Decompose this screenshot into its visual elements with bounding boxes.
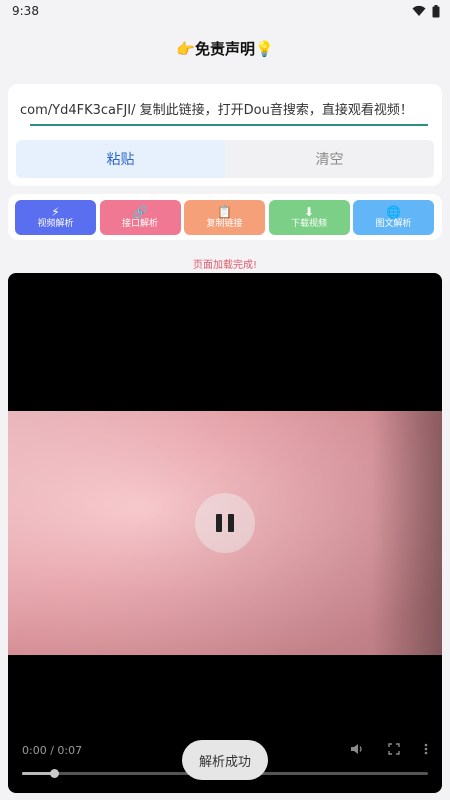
progress-handle[interactable] — [50, 769, 60, 778]
battery-icon — [432, 4, 440, 17]
action-label: 图文解析 — [375, 219, 412, 229]
toast-message: 解析成功 — [182, 740, 268, 780]
globe-icon: 🌐 — [386, 205, 401, 219]
lightning-icon: ⚡ — [51, 205, 60, 219]
volume-icon[interactable] — [350, 743, 364, 755]
copy-link-button[interactable]: 📋 复制链接 — [184, 200, 265, 235]
action-label: 视频解析 — [37, 219, 74, 229]
clear-button[interactable]: 清空 — [225, 140, 434, 178]
action-toolbar: ⚡ 视频解析 🔗 接口解析 📋 复制链接 ⬇ 下载视频 🌐 图文解析 — [8, 194, 442, 240]
input-actions: 粘贴 清空 — [16, 140, 434, 178]
api-parse-button[interactable]: 🔗 接口解析 — [99, 200, 181, 235]
video-parse-button[interactable]: ⚡ 视频解析 — [15, 200, 96, 235]
action-label: 下载视频 — [290, 219, 327, 229]
status-bar: 9:38 — [0, 0, 450, 22]
video-player[interactable]: 0:00 / 0:07 — [8, 273, 442, 793]
action-label: 复制链接 — [206, 219, 243, 229]
clipboard-icon: 📋 — [217, 205, 232, 219]
download-icon: ⬇ — [303, 205, 315, 219]
input-underline — [30, 124, 428, 126]
paste-button[interactable]: 粘贴 — [16, 140, 225, 178]
status-message: 页面加载完成! — [192, 260, 257, 271]
pause-icon — [216, 514, 222, 532]
link-input-card: com/Yd4FK3caFJI/ 复制此链接，打开Dou音搜索，直接观看视频！ … — [8, 84, 442, 186]
link-icon: 🔗 — [132, 205, 148, 219]
link-input[interactable]: com/Yd4FK3caFJI/ 复制此链接，打开Dou音搜索，直接观看视频！ — [16, 90, 434, 126]
status-time: 9:38 — [12, 4, 39, 18]
video-time: 0:00 / 0:07 — [22, 744, 83, 757]
page-title[interactable]: 👉免责声明💡 — [0, 38, 450, 59]
download-video-button[interactable]: ⬇ 下载视频 — [268, 200, 350, 235]
image-text-parse-button[interactable]: 🌐 图文解析 — [353, 200, 434, 235]
more-options-icon[interactable] — [424, 743, 428, 755]
fullscreen-icon[interactable] — [388, 743, 400, 755]
pause-button[interactable] — [195, 493, 255, 553]
wifi-icon — [412, 5, 426, 16]
action-label: 接口解析 — [121, 219, 158, 229]
